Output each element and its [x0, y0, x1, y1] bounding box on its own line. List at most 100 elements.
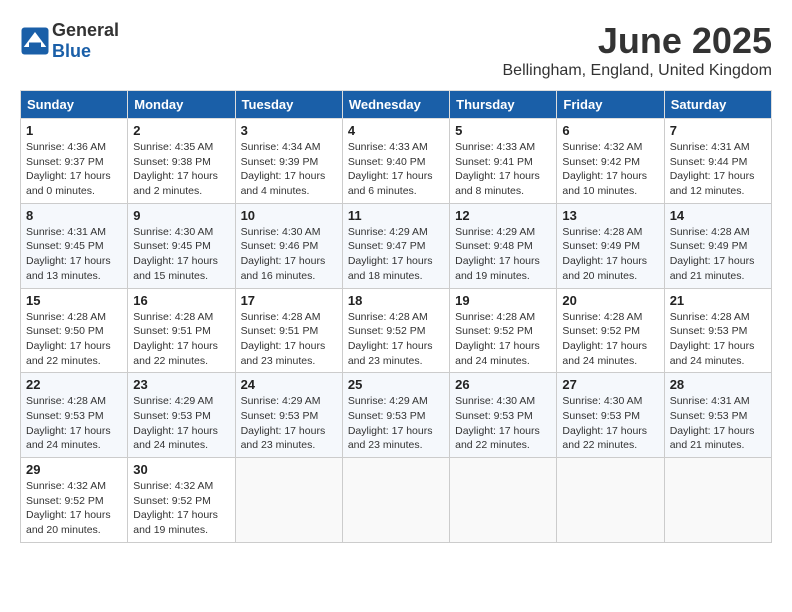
day-number: 17	[241, 293, 337, 308]
weekday-header-saturday: Saturday	[664, 91, 771, 119]
weekday-header-wednesday: Wednesday	[342, 91, 449, 119]
calendar-cell: 8 Sunrise: 4:31 AM Sunset: 9:45 PM Dayli…	[21, 203, 128, 288]
day-info: Sunrise: 4:32 AM Sunset: 9:52 PM Dayligh…	[26, 479, 122, 538]
day-number: 19	[455, 293, 551, 308]
day-info: Sunrise: 4:29 AM Sunset: 9:48 PM Dayligh…	[455, 225, 551, 284]
day-number: 3	[241, 123, 337, 138]
day-number: 8	[26, 208, 122, 223]
calendar-cell: 4 Sunrise: 4:33 AM Sunset: 9:40 PM Dayli…	[342, 119, 449, 204]
calendar-cell: 6 Sunrise: 4:32 AM Sunset: 9:42 PM Dayli…	[557, 119, 664, 204]
day-number: 26	[455, 377, 551, 392]
day-number: 13	[562, 208, 658, 223]
calendar-week-5: 29 Sunrise: 4:32 AM Sunset: 9:52 PM Dayl…	[21, 458, 772, 543]
calendar-cell: 24 Sunrise: 4:29 AM Sunset: 9:53 PM Dayl…	[235, 373, 342, 458]
calendar-cell	[557, 458, 664, 543]
day-number: 16	[133, 293, 229, 308]
calendar-cell: 23 Sunrise: 4:29 AM Sunset: 9:53 PM Dayl…	[128, 373, 235, 458]
calendar-cell	[664, 458, 771, 543]
day-info: Sunrise: 4:34 AM Sunset: 9:39 PM Dayligh…	[241, 140, 337, 199]
day-info: Sunrise: 4:29 AM Sunset: 9:53 PM Dayligh…	[133, 394, 229, 453]
calendar-cell: 11 Sunrise: 4:29 AM Sunset: 9:47 PM Dayl…	[342, 203, 449, 288]
weekday-header-tuesday: Tuesday	[235, 91, 342, 119]
calendar-cell: 7 Sunrise: 4:31 AM Sunset: 9:44 PM Dayli…	[664, 119, 771, 204]
day-info: Sunrise: 4:28 AM Sunset: 9:49 PM Dayligh…	[670, 225, 766, 284]
weekday-header-friday: Friday	[557, 91, 664, 119]
calendar-cell: 22 Sunrise: 4:28 AM Sunset: 9:53 PM Dayl…	[21, 373, 128, 458]
calendar-cell: 26 Sunrise: 4:30 AM Sunset: 9:53 PM Dayl…	[450, 373, 557, 458]
weekday-header-monday: Monday	[128, 91, 235, 119]
day-number: 10	[241, 208, 337, 223]
calendar-cell: 25 Sunrise: 4:29 AM Sunset: 9:53 PM Dayl…	[342, 373, 449, 458]
calendar-cell: 13 Sunrise: 4:28 AM Sunset: 9:49 PM Dayl…	[557, 203, 664, 288]
page-header: General Blue June 2025 Bellingham, Engla…	[20, 20, 772, 80]
day-number: 21	[670, 293, 766, 308]
calendar-cell: 1 Sunrise: 4:36 AM Sunset: 9:37 PM Dayli…	[21, 119, 128, 204]
day-number: 7	[670, 123, 766, 138]
day-info: Sunrise: 4:28 AM Sunset: 9:50 PM Dayligh…	[26, 310, 122, 369]
day-number: 18	[348, 293, 444, 308]
day-number: 27	[562, 377, 658, 392]
logo-blue-text: Blue	[52, 41, 91, 61]
day-info: Sunrise: 4:30 AM Sunset: 9:46 PM Dayligh…	[241, 225, 337, 284]
day-number: 28	[670, 377, 766, 392]
calendar-cell	[342, 458, 449, 543]
calendar-week-3: 15 Sunrise: 4:28 AM Sunset: 9:50 PM Dayl…	[21, 288, 772, 373]
day-info: Sunrise: 4:36 AM Sunset: 9:37 PM Dayligh…	[26, 140, 122, 199]
day-info: Sunrise: 4:29 AM Sunset: 9:53 PM Dayligh…	[348, 394, 444, 453]
calendar-cell: 17 Sunrise: 4:28 AM Sunset: 9:51 PM Dayl…	[235, 288, 342, 373]
calendar-cell: 14 Sunrise: 4:28 AM Sunset: 9:49 PM Dayl…	[664, 203, 771, 288]
calendar-cell: 20 Sunrise: 4:28 AM Sunset: 9:52 PM Dayl…	[557, 288, 664, 373]
calendar-cell: 18 Sunrise: 4:28 AM Sunset: 9:52 PM Dayl…	[342, 288, 449, 373]
day-info: Sunrise: 4:35 AM Sunset: 9:38 PM Dayligh…	[133, 140, 229, 199]
day-info: Sunrise: 4:28 AM Sunset: 9:52 PM Dayligh…	[562, 310, 658, 369]
day-number: 29	[26, 462, 122, 477]
day-number: 5	[455, 123, 551, 138]
day-number: 1	[26, 123, 122, 138]
calendar-cell: 10 Sunrise: 4:30 AM Sunset: 9:46 PM Dayl…	[235, 203, 342, 288]
day-number: 9	[133, 208, 229, 223]
day-info: Sunrise: 4:30 AM Sunset: 9:45 PM Dayligh…	[133, 225, 229, 284]
calendar-cell	[235, 458, 342, 543]
day-number: 6	[562, 123, 658, 138]
day-info: Sunrise: 4:28 AM Sunset: 9:51 PM Dayligh…	[133, 310, 229, 369]
weekday-header-sunday: Sunday	[21, 91, 128, 119]
day-number: 30	[133, 462, 229, 477]
calendar-cell	[450, 458, 557, 543]
day-info: Sunrise: 4:29 AM Sunset: 9:53 PM Dayligh…	[241, 394, 337, 453]
day-number: 2	[133, 123, 229, 138]
weekday-header-thursday: Thursday	[450, 91, 557, 119]
day-number: 14	[670, 208, 766, 223]
calendar-cell: 2 Sunrise: 4:35 AM Sunset: 9:38 PM Dayli…	[128, 119, 235, 204]
day-info: Sunrise: 4:28 AM Sunset: 9:52 PM Dayligh…	[455, 310, 551, 369]
day-info: Sunrise: 4:32 AM Sunset: 9:42 PM Dayligh…	[562, 140, 658, 199]
logo-icon	[20, 26, 50, 56]
day-info: Sunrise: 4:28 AM Sunset: 9:53 PM Dayligh…	[670, 310, 766, 369]
calendar-cell: 28 Sunrise: 4:31 AM Sunset: 9:53 PM Dayl…	[664, 373, 771, 458]
day-info: Sunrise: 4:31 AM Sunset: 9:44 PM Dayligh…	[670, 140, 766, 199]
title-block: June 2025 Bellingham, England, United Ki…	[503, 20, 773, 80]
day-number: 25	[348, 377, 444, 392]
day-info: Sunrise: 4:31 AM Sunset: 9:53 PM Dayligh…	[670, 394, 766, 453]
logo-general-text: General	[52, 20, 119, 40]
calendar-week-1: 1 Sunrise: 4:36 AM Sunset: 9:37 PM Dayli…	[21, 119, 772, 204]
calendar-cell: 5 Sunrise: 4:33 AM Sunset: 9:41 PM Dayli…	[450, 119, 557, 204]
day-info: Sunrise: 4:33 AM Sunset: 9:40 PM Dayligh…	[348, 140, 444, 199]
calendar-cell: 21 Sunrise: 4:28 AM Sunset: 9:53 PM Dayl…	[664, 288, 771, 373]
day-number: 24	[241, 377, 337, 392]
day-info: Sunrise: 4:31 AM Sunset: 9:45 PM Dayligh…	[26, 225, 122, 284]
day-info: Sunrise: 4:28 AM Sunset: 9:53 PM Dayligh…	[26, 394, 122, 453]
calendar-cell: 30 Sunrise: 4:32 AM Sunset: 9:52 PM Dayl…	[128, 458, 235, 543]
day-number: 15	[26, 293, 122, 308]
day-info: Sunrise: 4:30 AM Sunset: 9:53 PM Dayligh…	[455, 394, 551, 453]
calendar-week-2: 8 Sunrise: 4:31 AM Sunset: 9:45 PM Dayli…	[21, 203, 772, 288]
calendar-week-4: 22 Sunrise: 4:28 AM Sunset: 9:53 PM Dayl…	[21, 373, 772, 458]
day-info: Sunrise: 4:28 AM Sunset: 9:51 PM Dayligh…	[241, 310, 337, 369]
location-title: Bellingham, England, United Kingdom	[503, 62, 773, 80]
day-number: 23	[133, 377, 229, 392]
calendar-cell: 16 Sunrise: 4:28 AM Sunset: 9:51 PM Dayl…	[128, 288, 235, 373]
day-info: Sunrise: 4:28 AM Sunset: 9:49 PM Dayligh…	[562, 225, 658, 284]
calendar-cell: 19 Sunrise: 4:28 AM Sunset: 9:52 PM Dayl…	[450, 288, 557, 373]
calendar-cell: 3 Sunrise: 4:34 AM Sunset: 9:39 PM Dayli…	[235, 119, 342, 204]
day-info: Sunrise: 4:30 AM Sunset: 9:53 PM Dayligh…	[562, 394, 658, 453]
day-number: 20	[562, 293, 658, 308]
